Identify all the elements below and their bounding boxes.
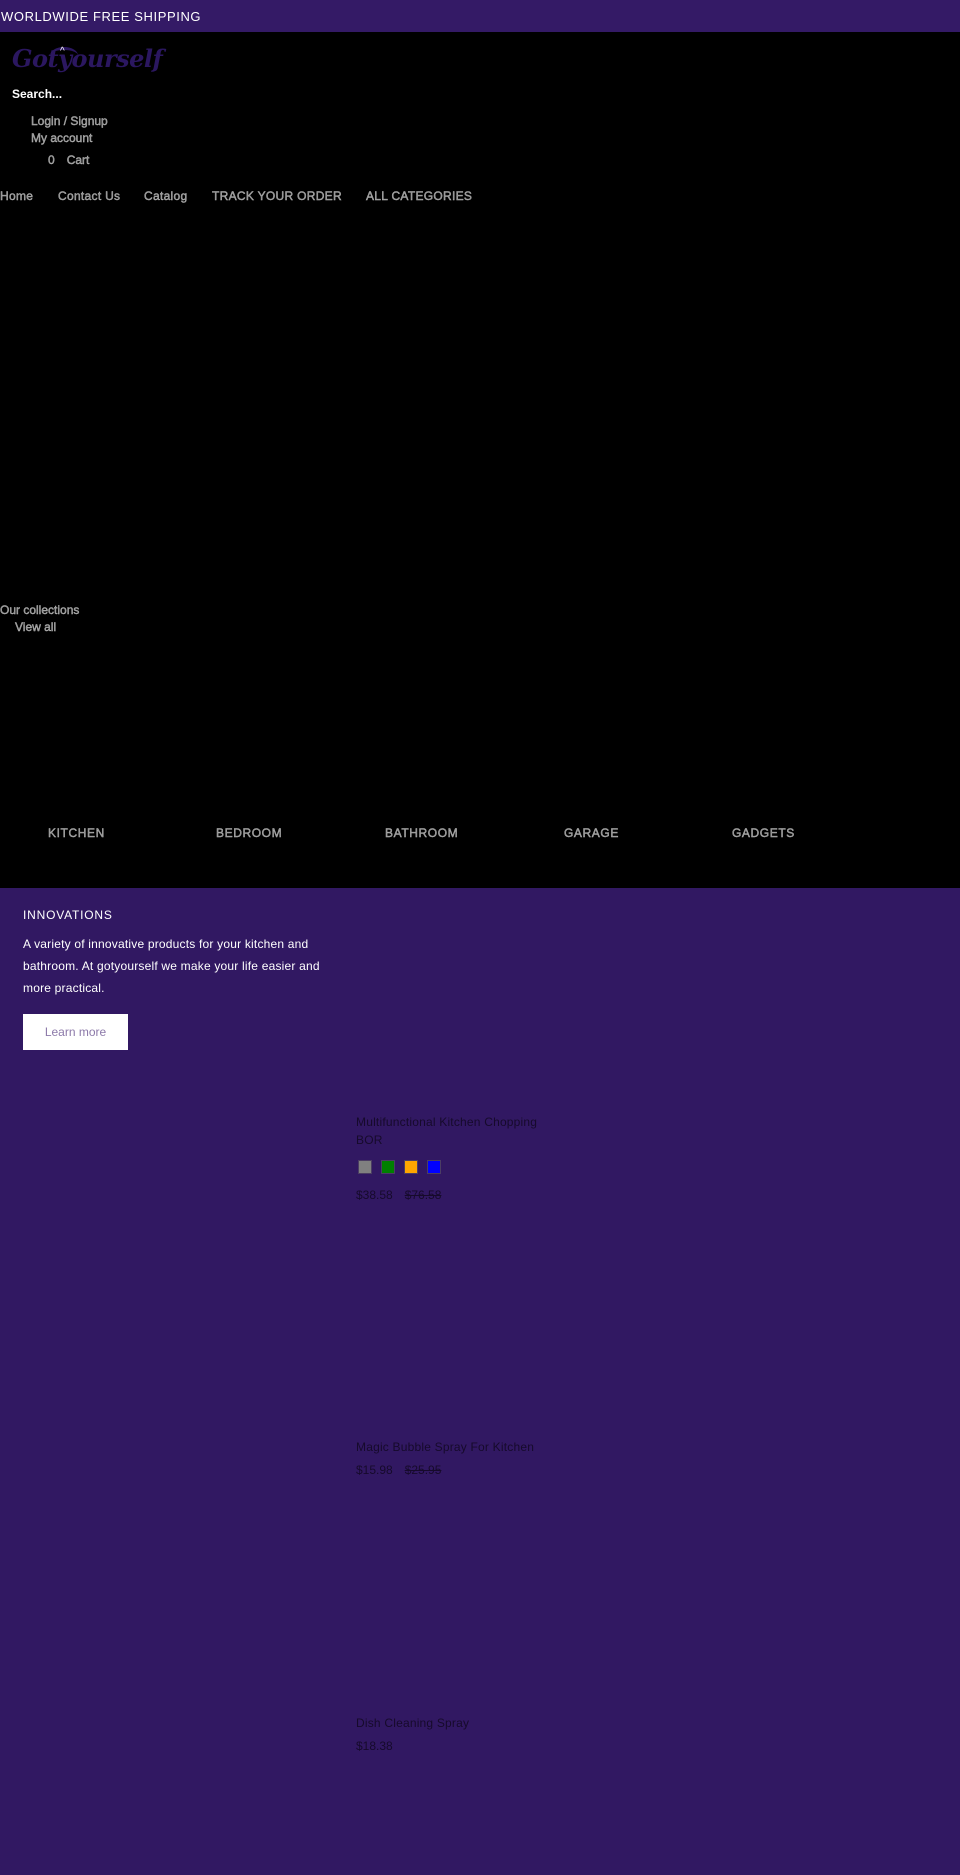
color-swatches <box>358 1160 441 1174</box>
innovations-title: INNOVATIONS <box>23 908 113 922</box>
product-title[interactable]: Dish Cleaning Spray <box>356 1714 556 1732</box>
collections-heading: Our collections <box>0 603 80 617</box>
category-bathroom[interactable]: BATHROOM <box>385 826 458 840</box>
nav-all-categories[interactable]: ALL CATEGORIES <box>366 189 472 203</box>
logo-text: Gotyourself <box>12 44 163 73</box>
swatch-green[interactable] <box>381 1160 395 1174</box>
site-header: ^ Gotyourself Search... Login / Signup M… <box>0 32 960 888</box>
swatch-orange[interactable] <box>404 1160 418 1174</box>
swatch-blue[interactable] <box>427 1160 441 1174</box>
product-price: $18.38 <box>356 1739 393 1753</box>
logo[interactable]: ^ Gotyourself <box>12 44 163 78</box>
cart-count: 0 <box>48 153 55 167</box>
my-account-link[interactable]: My account <box>31 131 93 145</box>
product-title[interactable]: Multifunctional Kitchen Chopping BOR <box>356 1113 556 1149</box>
sale-price: $15.98 <box>356 1463 393 1477</box>
nav-home[interactable]: Home <box>0 189 33 203</box>
product-title[interactable]: Magic Bubble Spray For Kitchen <box>356 1438 556 1456</box>
login-link[interactable]: Login / Signup <box>31 114 108 128</box>
compare-price: $76.58 <box>404 1188 442 1202</box>
innovations-text: A variety of innovative products for you… <box>23 937 320 995</box>
swatch-gray[interactable] <box>358 1160 372 1174</box>
nav-track-order[interactable]: TRACK YOUR ORDER <box>212 189 342 203</box>
nav-catalog[interactable]: Catalog <box>144 189 188 203</box>
view-all-link[interactable]: View all <box>15 620 57 634</box>
learn-more-button[interactable]: Learn more <box>23 1014 128 1050</box>
announcement-bar: WORLDWIDE FREE SHIPPING <box>0 0 960 32</box>
sale-price: $18.38 <box>356 1739 393 1753</box>
product-price: $38.58 $76.58 <box>356 1188 441 1202</box>
sale-price: $38.58 <box>356 1188 393 1202</box>
cart-label: Cart <box>66 153 90 167</box>
category-gadgets[interactable]: GADGETS <box>732 826 795 840</box>
cart-link[interactable]: 0 Cart <box>48 153 90 167</box>
category-bedroom[interactable]: BEDROOM <box>216 826 282 840</box>
nav-contact-us[interactable]: Contact Us <box>58 189 120 203</box>
compare-price: $25.95 <box>404 1463 442 1477</box>
category-garage[interactable]: GARAGE <box>564 826 619 840</box>
announcement-text: WORLDWIDE FREE SHIPPING <box>1 8 202 24</box>
product-price: $15.98 $25.95 <box>356 1463 441 1477</box>
chevron-up-icon: ^ <box>60 46 65 57</box>
search-input[interactable]: Search... <box>12 87 62 101</box>
category-kitchen[interactable]: KITCHEN <box>48 826 105 840</box>
